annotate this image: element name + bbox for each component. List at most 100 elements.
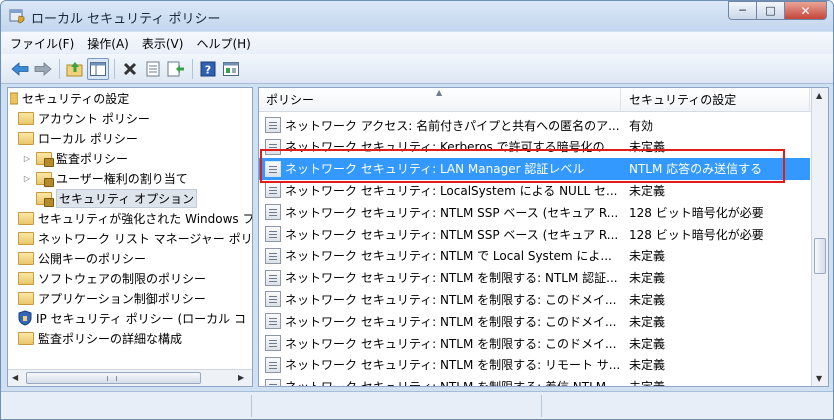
folder-icon [18, 291, 34, 305]
policy-setting: 未定義 [629, 358, 666, 373]
tree-item-label: ソフトウェアの制限のポリシー [38, 271, 207, 286]
policy-row[interactable]: ネットワーク セキュリティ: NTLM を制限する: このドメイ... 未定義 [259, 332, 810, 354]
policy-icon [265, 117, 281, 133]
policy-icon [265, 356, 281, 373]
scroll-left-icon[interactable]: ◀ [12, 373, 22, 382]
policy-icon [265, 313, 281, 330]
tree-item-account-policies[interactable]: アカウント ポリシー [18, 108, 150, 128]
tree-item-public-key-policies[interactable]: 公開キーのポリシー [18, 248, 146, 268]
scroll-thumb[interactable] [26, 372, 201, 384]
close-button[interactable]: ✕ [784, 1, 827, 20]
title-bar[interactable]: ローカル セキュリティ ポリシー ─ □ ✕ [1, 1, 833, 31]
policy-row[interactable]: ネットワーク セキュリティ: NTLM SSP ベース (セキュア R... 12… [259, 223, 810, 245]
policy-name: ネットワーク アクセス: 名前付きパイプと共有への匿名のア... [285, 118, 620, 133]
policy-row[interactable]: ネットワーク セキュリティ: NTLM を制限する: このドメイ... 未定義 [259, 288, 810, 310]
menu-file[interactable]: ファイル(F) [10, 35, 74, 52]
policy-icon [265, 182, 281, 199]
tree-item-label: セキュリティ オプション [56, 188, 198, 208]
scroll-grip-icon [107, 376, 117, 381]
list-vertical-scrollbar[interactable]: ▲ ▼ [811, 88, 828, 386]
policy-row[interactable]: ネットワーク アクセス: 名前付きパイプと共有への匿名のア... 有効 [259, 114, 810, 136]
folder-icon [18, 231, 34, 245]
tree-item-advanced-audit[interactable]: 監査ポリシーの詳細な構成 [18, 328, 182, 348]
policy-name: ネットワーク セキュリティ: NTLM を制限する: このドメイ... [285, 314, 617, 329]
policy-name: ネットワーク セキュリティ: NTLM を制限する: このドメイ... [285, 292, 617, 307]
policy-setting: 有効 [629, 118, 654, 133]
policy-name: ネットワーク セキュリティ: NTLM を制限する: このドメイ... [285, 336, 617, 351]
folder-icon [18, 271, 34, 285]
back-arrow-icon[interactable] [9, 58, 31, 80]
policy-row[interactable]: ネットワーク セキュリティ: NTLM を制限する: リモート サ... 未定義 [259, 354, 810, 376]
menu-bar: ファイル(F) 操作(A) 表示(V) ヘルプ(H) [1, 32, 833, 54]
policy-row[interactable]: ネットワーク セキュリティ: NTLM を制限する: NTLM 認証... 未定義 [259, 267, 810, 289]
annotation-highlight-box [260, 149, 785, 183]
caption-buttons: ─ □ ✕ [728, 1, 827, 20]
tree-item-label: ローカル ポリシー [38, 131, 138, 146]
maximize-button[interactable]: □ [756, 1, 784, 20]
tree-item-label: ユーザー権利の割り当て [56, 171, 188, 186]
column-security-setting[interactable]: セキュリティの設定 [622, 88, 810, 112]
policy-row[interactable]: ネットワーク セキュリティ: NTLM SSP ベース (セキュア R... 12… [259, 201, 810, 223]
policy-name: ネットワーク セキュリティ: NTLM SSP ベース (セキュア R... [285, 227, 619, 242]
policy-name: ネットワーク セキュリティ: NTLM で Local System によ... [285, 249, 612, 264]
forward-arrow-icon[interactable] [32, 58, 54, 80]
policy-icon [265, 335, 281, 351]
export-list-icon[interactable] [165, 58, 187, 80]
policy-icon [265, 247, 281, 264]
policy-icon [265, 378, 281, 386]
scroll-thumb[interactable] [814, 238, 826, 274]
policy-name: ネットワーク セキュリティ: NTLM を制限する: 着信 NTLM ... [285, 378, 621, 386]
tree-item-application-control[interactable]: アプリケーション制御ポリシー [18, 288, 206, 308]
status-bar [1, 391, 833, 419]
tree-item-ip-security[interactable]: IP セキュリティ ポリシー (ローカル コ [18, 308, 246, 328]
tree-item-user-rights[interactable]: ▷ ユーザー権利の割り当て [22, 168, 188, 188]
folder-lock-icon [36, 151, 54, 167]
minimize-button[interactable]: ─ [728, 1, 756, 20]
policy-list: ▲ ポリシー セキュリティの設定 ネットワーク アクセス: 名前付きパイプと共有… [258, 87, 829, 387]
expand-arrow-icon[interactable]: ▷ [22, 174, 32, 183]
toolbar-separator [59, 58, 60, 79]
folder-lock-icon [36, 171, 54, 187]
tree-item-audit-policy[interactable]: ▷ 監査ポリシー [22, 148, 128, 168]
folder-lock-icon [36, 191, 54, 207]
tree-item-windows-firewall[interactable]: セキュリティが強化された Windows フ [18, 208, 253, 228]
status-separator [541, 395, 542, 417]
policy-setting: 未定義 [629, 292, 666, 307]
tree-item-label: 監査ポリシーの詳細な構成 [38, 331, 183, 346]
up-folder-icon[interactable] [64, 58, 86, 80]
policy-row[interactable]: ネットワーク セキュリティ: NTLM を制限する: 着信 NTLM ... 未定… [259, 376, 810, 386]
tree-item-security-options[interactable]: セキュリティ オプション [36, 188, 198, 208]
tree-item-software-restriction[interactable]: ソフトウェアの制限のポリシー [18, 268, 206, 288]
tree-item-security-settings[interactable]: セキュリティの設定 [10, 88, 129, 108]
column-policy[interactable]: ポリシー [259, 88, 621, 112]
menu-action[interactable]: 操作(A) [87, 35, 129, 52]
folder-icon [18, 251, 34, 265]
console-icon[interactable] [220, 58, 242, 80]
policy-setting: 未定義 [629, 249, 666, 264]
tree-item-label: ネットワーク リスト マネージャー ポリ [38, 231, 253, 246]
help-icon[interactable]: ? [197, 58, 219, 80]
folder-icon [18, 111, 34, 125]
properties-icon[interactable] [142, 58, 164, 80]
scroll-right-icon[interactable]: ▶ [238, 373, 248, 382]
tree-item-label: アプリケーション制御ポリシー [38, 291, 206, 306]
policy-icon [265, 269, 281, 286]
policy-name: ネットワーク セキュリティ: NTLM を制限する: リモート サ... [285, 358, 621, 373]
scroll-down-icon[interactable]: ▼ [816, 374, 822, 383]
menu-help[interactable]: ヘルプ(H) [196, 35, 250, 52]
scroll-up-icon[interactable]: ▲ [816, 91, 822, 100]
tree-item-label: セキュリティが強化された Windows フ [38, 211, 253, 226]
menu-view[interactable]: 表示(V) [142, 35, 184, 52]
policy-row[interactable]: ネットワーク セキュリティ: NTLM を制限する: このドメイ... 未定義 [259, 310, 810, 332]
tree-item-label: アカウント ポリシー [38, 111, 150, 126]
delete-icon[interactable] [119, 58, 141, 80]
tree-item-label: セキュリティの設定 [22, 91, 130, 106]
policy-icon [265, 291, 281, 308]
policy-row[interactable]: ネットワーク セキュリティ: NTLM で Local System によ...… [259, 245, 810, 267]
tree-item-local-policies[interactable]: ローカル ポリシー [18, 128, 138, 148]
expand-arrow-icon[interactable]: ▷ [22, 154, 32, 163]
show-tree-icon[interactable] [87, 57, 109, 80]
tree-item-label: IP セキュリティ ポリシー (ローカル コ [36, 311, 246, 326]
tree-horizontal-scrollbar[interactable]: ◀ ▶ [8, 369, 252, 386]
tree-item-network-list-manager[interactable]: ネットワーク リスト マネージャー ポリ [18, 228, 253, 248]
